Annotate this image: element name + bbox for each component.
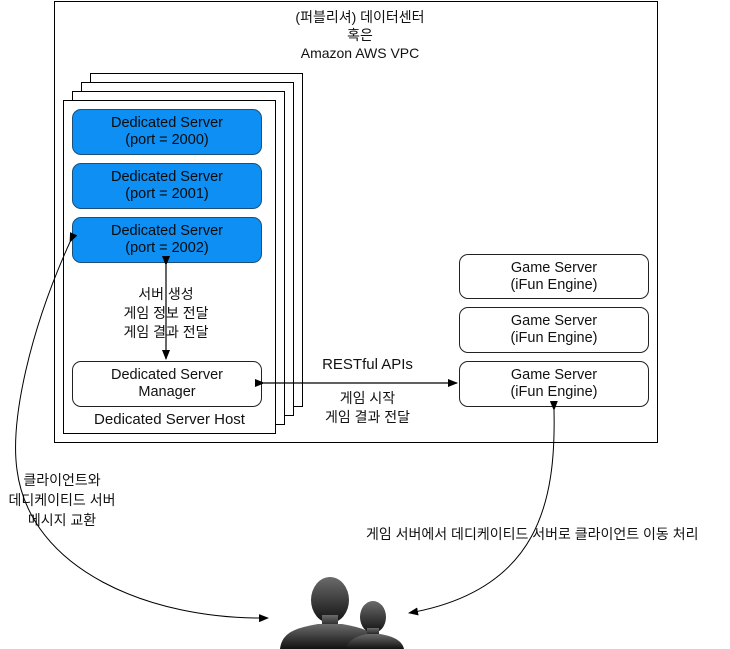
gs-client-arrow [408,400,558,616]
users-silhouette-icon [280,577,404,649]
client-ds-arrow [15,232,269,623]
connectors [15,232,558,649]
